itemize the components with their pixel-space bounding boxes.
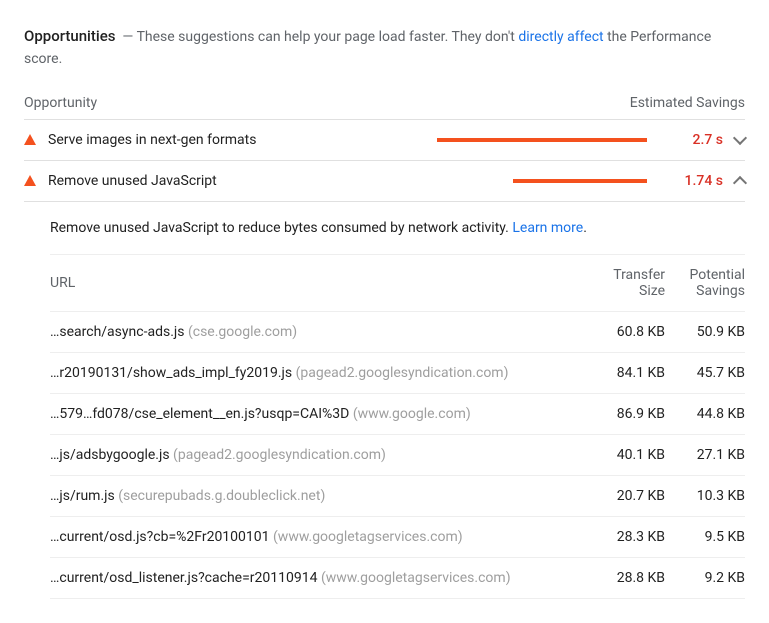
chevron-down-icon	[733, 131, 747, 145]
warning-icon	[24, 175, 36, 186]
table-row: …js/adsbygoogle.js (pagead2.googlesyndic…	[50, 435, 745, 476]
url-path: …search/async-ads.js	[50, 324, 184, 340]
row-savings: 1.74 s	[663, 173, 723, 189]
url-domain: (www.googletagservices.com)	[321, 570, 511, 586]
row-title: Serve images in next-gen formats	[48, 132, 437, 148]
table-row: …js/rum.js (securepubads.g.doubleclick.n…	[50, 476, 745, 517]
url-path: …r20190131/show_ads_impl_fy2019.js	[50, 365, 292, 381]
detail-table-head: URL Transfer Size Potential Savings	[50, 254, 745, 312]
potential-savings-cell: 45.7 KB	[665, 365, 745, 381]
url-domain: (www.googletagservices.com)	[273, 529, 463, 545]
url-cell: …js/rum.js (securepubads.g.doubleclick.n…	[50, 488, 585, 504]
url-cell: …js/adsbygoogle.js (pagead2.googlesyndic…	[50, 447, 585, 463]
row-title: Remove unused JavaScript	[48, 173, 437, 189]
transfer-size-cell: 40.1 KB	[585, 447, 665, 463]
warning-icon	[24, 134, 36, 145]
transfer-size-cell: 84.1 KB	[585, 365, 665, 381]
url-cell: …current/osd.js?cb=%2Fr20100101 (www.goo…	[50, 529, 585, 545]
url-cell: …search/async-ads.js (cse.google.com)	[50, 324, 585, 340]
potential-savings-cell: 9.2 KB	[665, 570, 745, 586]
potential-savings-cell: 10.3 KB	[665, 488, 745, 504]
directly-affect-link[interactable]: directly affect	[518, 29, 603, 45]
table-row: …current/osd_listener.js?cache=r20110914…	[50, 558, 745, 599]
savings-bar	[437, 179, 647, 183]
column-headers: Opportunity Estimated Savings	[24, 89, 745, 120]
transfer-size-cell: 20.7 KB	[585, 488, 665, 504]
row-savings: 2.7 s	[663, 132, 723, 148]
chevron-up-icon	[733, 176, 747, 190]
opportunity-row-unused-js[interactable]: Remove unused JavaScript 1.74 s	[24, 161, 745, 202]
url-domain: (pagead2.googlesyndication.com)	[173, 447, 386, 463]
transfer-size-cell: 28.3 KB	[585, 529, 665, 545]
url-cell: …current/osd_listener.js?cache=r20110914…	[50, 570, 585, 586]
url-path: …current/osd_listener.js?cache=r20110914	[50, 570, 317, 586]
col-url: URL	[50, 275, 585, 291]
opportunities-header: Opportunities — These suggestions can he…	[24, 24, 745, 71]
col-transfer-size: Transfer Size	[585, 267, 665, 299]
savings-bar	[437, 138, 647, 142]
url-path: …current/osd.js?cb=%2Fr20100101	[50, 529, 270, 545]
potential-savings-cell: 44.8 KB	[665, 406, 745, 422]
table-row: …search/async-ads.js (cse.google.com)60.…	[50, 312, 745, 353]
url-domain: (securepubads.g.doubleclick.net)	[118, 488, 325, 504]
url-domain: (www.google.com)	[353, 406, 471, 422]
table-row: …579…fd078/cse_element__en.js?usqp=CAI%3…	[50, 394, 745, 435]
detail-description: Remove unused JavaScript to reduce bytes…	[50, 220, 745, 236]
transfer-size-cell: 28.8 KB	[585, 570, 665, 586]
opportunity-detail: Remove unused JavaScript to reduce bytes…	[24, 202, 745, 599]
transfer-size-cell: 86.9 KB	[585, 406, 665, 422]
opportunities-title: Opportunities	[24, 27, 115, 45]
opportunities-desc-before: These suggestions can help your page loa…	[137, 29, 519, 45]
potential-savings-cell: 27.1 KB	[665, 447, 745, 463]
potential-savings-cell: 9.5 KB	[665, 529, 745, 545]
url-path: …js/rum.js	[50, 488, 115, 504]
col-savings: Estimated Savings	[630, 95, 745, 111]
url-path: …js/adsbygoogle.js	[50, 447, 170, 463]
col-potential-savings: Potential Savings	[665, 267, 745, 299]
transfer-size-cell: 60.8 KB	[585, 324, 665, 340]
dash: —	[122, 29, 133, 45]
table-row: …current/osd.js?cb=%2Fr20100101 (www.goo…	[50, 517, 745, 558]
learn-more-link[interactable]: Learn more	[512, 220, 583, 236]
opportunity-row-nextgen-images[interactable]: Serve images in next-gen formats 2.7 s	[24, 120, 745, 161]
url-path: …579…fd078/cse_element__en.js?usqp=CAI%3…	[50, 406, 349, 422]
url-cell: …579…fd078/cse_element__en.js?usqp=CAI%3…	[50, 406, 585, 422]
url-domain: (cse.google.com)	[188, 324, 297, 340]
potential-savings-cell: 50.9 KB	[665, 324, 745, 340]
url-cell: …r20190131/show_ads_impl_fy2019.js (page…	[50, 365, 585, 381]
table-row: …r20190131/show_ads_impl_fy2019.js (page…	[50, 353, 745, 394]
url-domain: (pagead2.googlesyndication.com)	[296, 365, 509, 381]
col-opportunity: Opportunity	[24, 95, 630, 111]
